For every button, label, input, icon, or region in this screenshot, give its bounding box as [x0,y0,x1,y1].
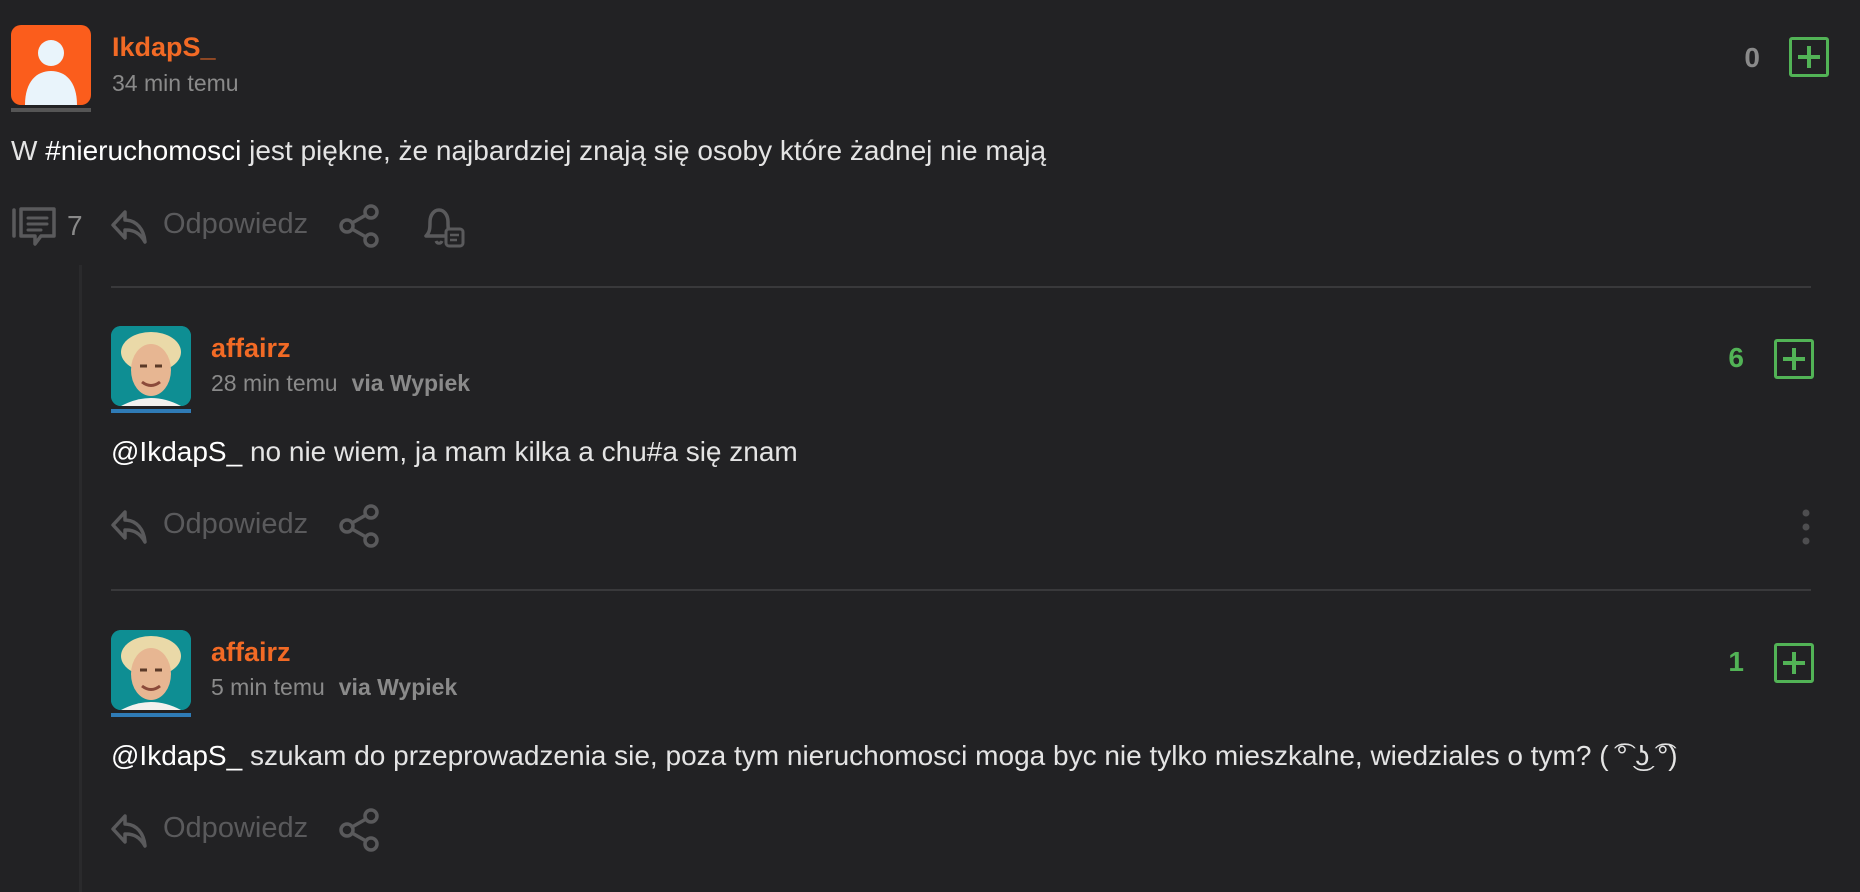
comment-author-avatar[interactable] [111,630,191,710]
post-text-body: jest piękne, że najbardziej znają się os… [241,135,1047,166]
comment-text: no nie wiem, ja mam kilka a chu#a się zn… [242,436,798,467]
avatar-underline [11,108,91,112]
post-reply-button[interactable]: Odpowiedz [110,204,315,250]
comment-meta: 5 min temu via Wypiek [211,674,457,701]
avatar-underline [111,409,191,413]
post-score: 0 [1744,42,1760,73]
more-vertical-icon [1802,509,1810,545]
share-icon [339,204,379,248]
comment-author-avatar[interactable] [111,326,191,406]
comment-via: via Wypiek [338,674,458,700]
mention-link[interactable]: @IkdapS_ [111,740,242,771]
post-notify-button[interactable] [420,204,466,250]
divider [111,589,1811,591]
share-icon [339,808,379,852]
avatar-underline [111,713,191,717]
comment-content: @IkdapS_ no nie wiem, ja mam kilka a chu… [111,436,798,468]
post-upvote-button[interactable] [1789,37,1829,77]
comment-via: via Wypiek [351,370,471,396]
divider [111,286,1811,288]
comment-more-menu[interactable] [1796,506,1816,548]
bell-icon [424,208,465,248]
plus-icon [1783,652,1805,674]
comment-content: @IkdapS_ szukam do przeprowadzenia sie, … [111,740,1678,772]
comment-author-name[interactable]: affairz [211,637,291,668]
comment-timestamp[interactable]: 28 min temu [211,370,338,396]
comment-timestamp[interactable]: 5 min temu [211,674,325,700]
post-text-prefix: W [11,135,46,166]
post-timestamp[interactable]: 34 min temu [112,70,239,97]
post-share-button[interactable] [338,204,382,250]
plus-icon [1798,46,1820,68]
comment-upvote-button[interactable] [1774,339,1814,379]
plus-icon [1783,348,1805,370]
post-author-avatar[interactable] [11,25,91,105]
comment-author-name[interactable]: affairz [211,333,291,364]
post-content: W #nieruchomosci jest piękne, że najbard… [11,135,1046,167]
comment-text: szukam do przeprowadzenia sie, poza tym … [242,740,1678,771]
comment-score: 1 [1728,646,1744,677]
comments-icon [12,207,56,246]
comment-reply-button[interactable]: Odpowiedz [110,504,315,550]
reply-arrow-icon [111,210,147,244]
user-silhouette-icon [25,40,77,105]
comment-upvote-button[interactable] [1774,643,1814,683]
comment-score: 6 [1728,342,1744,373]
reply-label: Odpowiedz [163,508,309,540]
reply-arrow-icon [111,814,147,848]
user-photo-icon [111,326,191,406]
comment-reply-button[interactable]: Odpowiedz [110,808,315,854]
post-author-name[interactable]: IkdapS_ [112,32,216,63]
reply-label: Odpowiedz [163,208,309,240]
mention-link[interactable]: @IkdapS_ [111,436,242,467]
comments-button[interactable]: 7 [11,204,86,250]
reply-arrow-icon [111,510,147,544]
share-icon [339,504,379,548]
comments-count: 7 [67,210,83,241]
reply-label: Odpowiedz [163,812,309,844]
user-photo-icon [111,630,191,710]
thread-line [79,265,82,892]
comment-share-button[interactable] [338,808,382,854]
comment-meta: 28 min temu via Wypiek [211,370,470,397]
hashtag-link[interactable]: #nieruchomosci [45,135,241,166]
comment-share-button[interactable] [338,504,382,550]
